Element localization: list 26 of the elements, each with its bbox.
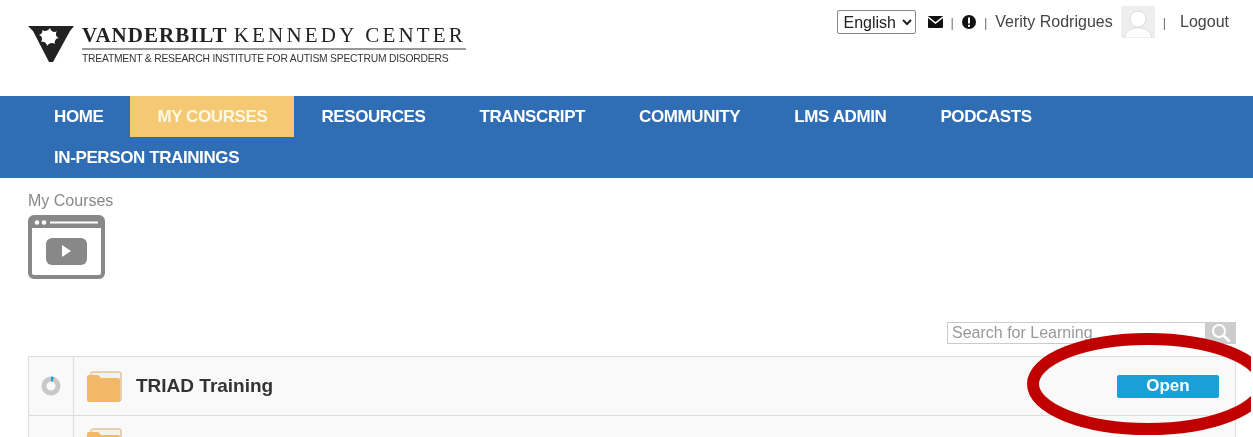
separator: | <box>983 14 988 30</box>
folder-icon <box>86 370 122 402</box>
logo-icon <box>28 24 74 62</box>
course-title[interactable]: TRIAD Training <box>136 375 274 397</box>
nav-tab[interactable]: LMS ADMIN <box>767 96 914 137</box>
nav-tab[interactable]: IN-PERSON TRAININGS <box>27 137 267 178</box>
video-course-icon <box>28 215 105 279</box>
separator: | <box>950 14 954 30</box>
open-button[interactable]: Open <box>1117 374 1219 398</box>
language-select[interactable]: English <box>836 10 916 34</box>
logo-subtitle: TREATMENT & RESEARCH INSTITUTE FOR AUTISM SPECTRUM DISORDERS <box>82 53 450 64</box>
logout-link[interactable]: Logout <box>1180 13 1229 31</box>
nav-tab[interactable]: RESOURCES <box>294 96 453 137</box>
breadcrumb: My Courses <box>28 192 115 210</box>
separator: | <box>1162 14 1167 30</box>
nav-tab[interactable]: TRANSCRIPT <box>452 96 613 137</box>
alert-icon[interactable] <box>961 15 976 29</box>
search-icon <box>1210 323 1231 343</box>
user-name[interactable]: Verity Rodrigues <box>995 13 1113 31</box>
nav-tab[interactable]: HOME <box>27 96 131 137</box>
search-button[interactable] <box>1205 322 1236 344</box>
nav-tab[interactable]: COMMUNITY <box>612 96 768 137</box>
progress-ring <box>41 376 61 396</box>
mail-icon[interactable] <box>927 16 943 28</box>
nav-tab[interactable]: PODCASTS <box>913 96 1059 137</box>
logo-title: VANDERBILT KENNEDY CENTER <box>82 24 467 50</box>
